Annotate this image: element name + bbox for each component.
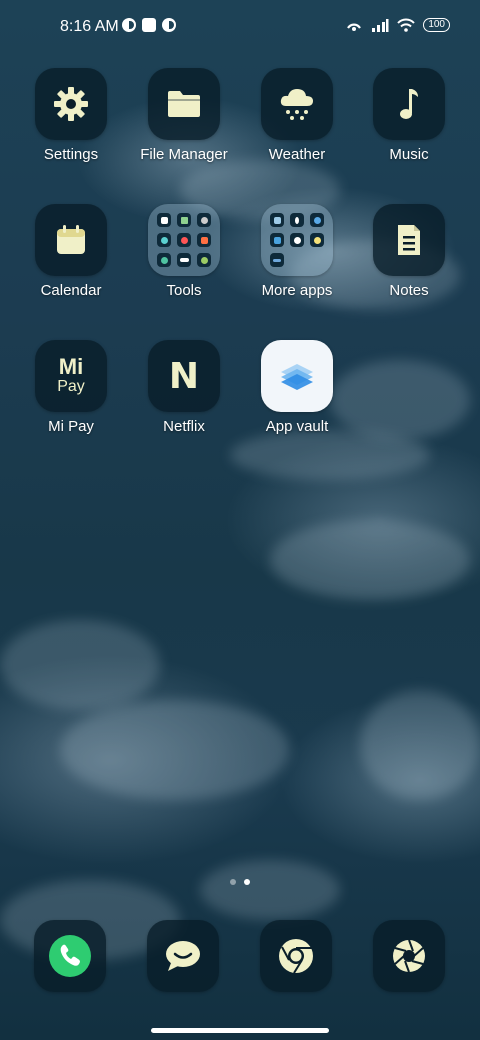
app-label: Notes <box>389 282 429 299</box>
app-label: Settings <box>43 146 99 163</box>
app-label: Music <box>389 146 429 163</box>
app-calendar[interactable]: Calendar <box>16 204 126 299</box>
app-label: Netflix <box>163 418 205 435</box>
page-indicator <box>230 879 250 885</box>
app-file-manager[interactable]: File Manager <box>129 68 239 163</box>
folder-icon <box>168 91 200 117</box>
messages-icon <box>166 941 200 971</box>
folder-grid-icon <box>148 204 220 276</box>
square-notification-icon <box>142 18 156 32</box>
app-label: App vault <box>265 418 329 435</box>
hotspot-icon <box>347 23 362 31</box>
dock-messages[interactable] <box>147 920 219 992</box>
dock-phone[interactable] <box>34 920 106 992</box>
battery-icon: 100 <box>423 18 450 32</box>
app-netflix[interactable]: N Netflix <box>129 340 239 435</box>
page-dot-active[interactable] <box>244 879 250 885</box>
app-notification-icon <box>122 18 136 32</box>
dock-camera[interactable] <box>373 920 445 992</box>
music-note-icon <box>400 89 418 119</box>
calendar-icon <box>57 225 85 254</box>
signal-icon <box>372 19 389 32</box>
app-settings[interactable]: Settings <box>16 68 126 163</box>
chrome-icon <box>279 939 313 974</box>
status-bar: 8:16 AM 100 <box>0 14 480 42</box>
folder-grid-icon <box>261 204 333 276</box>
app-vault-icon <box>261 340 333 412</box>
app-label: Weather <box>268 146 326 163</box>
clock: 8:16 AM <box>60 18 119 35</box>
app-notification-icon <box>162 18 176 32</box>
app-label: Mi Pay <box>48 418 94 435</box>
netflix-icon: N <box>148 340 220 412</box>
cloud-snow-icon <box>280 89 313 120</box>
folder-more-apps[interactable]: More apps <box>242 204 352 299</box>
page-dot[interactable] <box>230 879 236 885</box>
app-label: More apps <box>261 282 333 299</box>
folder-tools[interactable]: Tools <box>129 204 239 299</box>
gear-icon <box>54 87 88 121</box>
app-label: Calendar <box>40 282 102 299</box>
app-mi-pay[interactable]: Mi Pay Mi Pay <box>16 340 126 435</box>
mi-pay-icon: Mi Pay <box>35 340 107 412</box>
app-app-vault[interactable]: App vault <box>242 340 352 435</box>
app-weather[interactable]: Weather <box>242 68 352 163</box>
app-notes[interactable]: Notes <box>354 204 464 299</box>
wifi-icon <box>397 18 416 32</box>
app-label: Tools <box>166 282 202 299</box>
app-label: File Manager <box>140 146 228 163</box>
camera-icon <box>393 939 425 973</box>
note-icon <box>398 225 420 255</box>
phone-icon <box>49 935 91 977</box>
dock-chrome[interactable] <box>260 920 332 992</box>
home-gesture-bar[interactable] <box>151 1028 329 1033</box>
app-music[interactable]: Music <box>354 68 464 163</box>
